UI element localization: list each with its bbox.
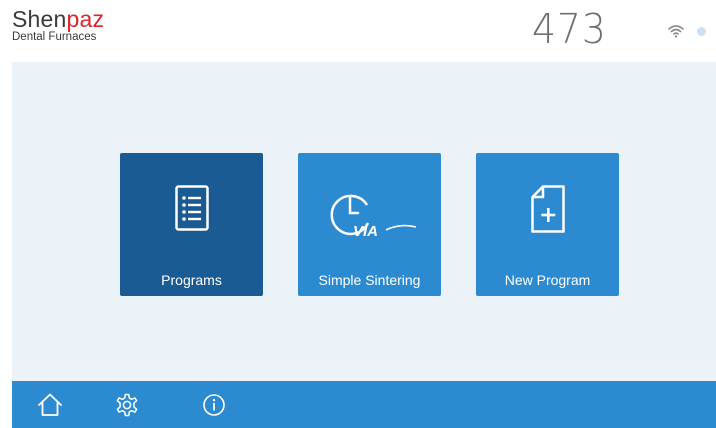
brand-name-accent: paz — [66, 6, 105, 32]
header: Shenpaz Dental Furnaces 473 — [0, 0, 716, 62]
wifi-icon — [668, 25, 684, 38]
settings-button[interactable] — [113, 391, 141, 419]
simple-sintering-label: Simple Sintering — [318, 272, 421, 288]
home-screen: Shenpaz Dental Furnaces 473 Programs VIA… — [0, 0, 716, 428]
new-document-icon — [530, 185, 565, 233]
info-icon — [203, 394, 225, 416]
firing-counter: 473 — [532, 5, 607, 53]
brand-name: Shenpaz — [12, 6, 104, 32]
new-program-label: New Program — [504, 272, 591, 288]
bottom-toolbar — [12, 381, 716, 428]
programs-label: Programs — [161, 272, 222, 288]
brand-name-main: Shen — [12, 6, 67, 32]
status-dot-icon — [697, 27, 706, 36]
home-button[interactable] — [36, 391, 64, 419]
info-button[interactable] — [200, 391, 228, 419]
brand-logo: Shenpaz Dental Furnaces — [12, 8, 104, 44]
via-text: VIA — [353, 223, 378, 240]
simple-sintering-tile[interactable]: VIA Simple Sintering — [298, 153, 441, 296]
gear-icon — [116, 393, 138, 417]
new-program-tile[interactable]: New Program — [476, 153, 619, 296]
list-document-icon — [174, 185, 209, 231]
brand-subtitle: Dental Furnaces — [12, 31, 97, 43]
main-panel: Programs VIA Simple Sintering New Progra… — [12, 62, 716, 381]
programs-tile[interactable]: Programs — [120, 153, 263, 296]
clock-via-icon: VIA — [330, 194, 416, 240]
home-icon — [38, 393, 62, 416]
